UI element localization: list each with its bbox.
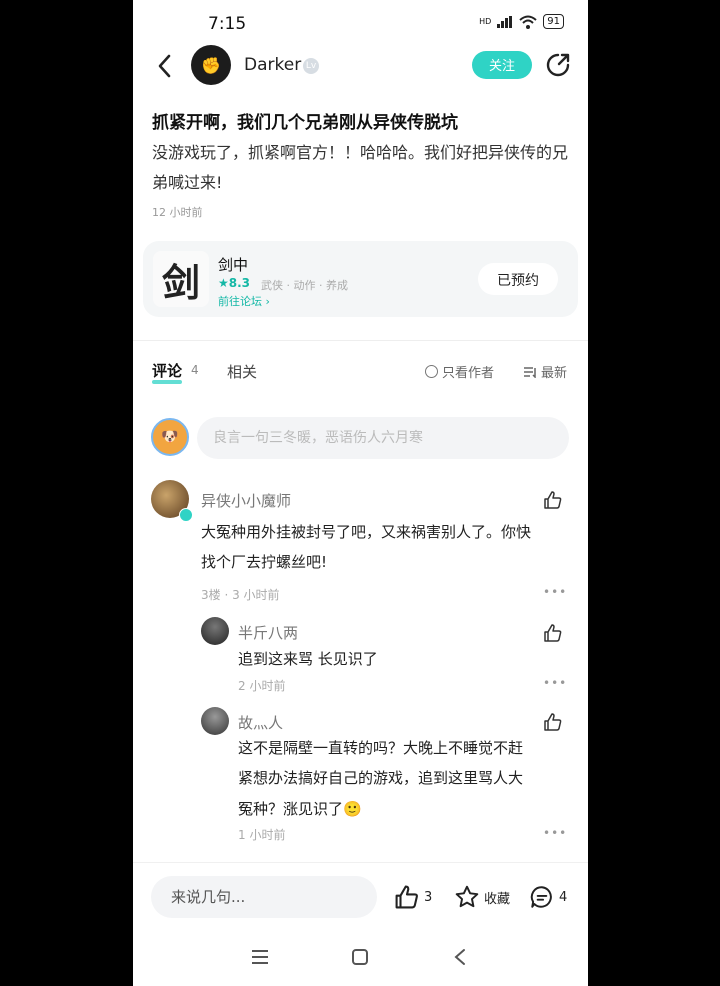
like-count: 3 — [424, 889, 433, 905]
status-time: 7:15 — [208, 14, 247, 34]
more-dots-icon[interactable]: ••• — [543, 826, 567, 840]
my-avatar: 🐶 — [151, 418, 189, 456]
game-name: 剑中 — [218, 256, 249, 274]
author-only-label: 只看作者 — [442, 366, 495, 381]
like-button[interactable]: 3 — [394, 884, 432, 910]
commenter-name[interactable]: 异侠小小魔师 — [201, 490, 291, 511]
verified-icon — [179, 508, 193, 522]
thumbs-up-icon — [395, 885, 418, 909]
favorite-label: 收藏 — [484, 891, 511, 907]
game-logo: 剑 — [153, 251, 209, 307]
comment-input[interactable]: 良言一句三冬暖，恶语伤人六月寒 — [197, 417, 569, 459]
signal-bars-icon — [497, 15, 513, 28]
reserved-button[interactable]: 已预约 — [478, 263, 558, 295]
sort-icon — [524, 366, 536, 378]
like-icon[interactable] — [543, 712, 563, 732]
tab-comments[interactable]: 评论 — [152, 360, 182, 381]
more-dots-icon[interactable]: ••• — [543, 585, 567, 599]
favorite-button[interactable]: 收藏 — [454, 884, 510, 910]
author-badge-icon: Lv — [303, 58, 319, 74]
comments-count: 4 — [191, 363, 199, 377]
like-icon[interactable] — [543, 623, 563, 643]
author-only-toggle[interactable]: 只看作者 — [425, 362, 494, 381]
reply-text: 追到这来骂 长见识了 — [238, 650, 378, 668]
back-button[interactable] — [153, 52, 177, 80]
sort-latest-button[interactable]: 最新 — [523, 362, 567, 381]
post-title: 抓紧开啊，我们几个兄弟刚从异侠传脱坑 — [152, 113, 458, 133]
signal-icon: HD — [479, 17, 492, 26]
reply-name[interactable]: 半斤八两 — [238, 622, 298, 643]
comment-text: 大冤种用外挂被封号了吧，又来祸害别人了。你快 — [201, 523, 532, 541]
more-dots-icon[interactable]: ••• — [543, 676, 567, 690]
bottom-divider — [133, 862, 588, 863]
post-body: 没游戏玩了，抓紧啊官方！！哈哈哈。我们好把异侠传的兄弟喊过来! — [152, 143, 569, 192]
like-icon[interactable] — [543, 490, 563, 510]
reply-avatar[interactable] — [201, 617, 229, 645]
post-time: 12 小时前 — [152, 206, 203, 219]
comment-button[interactable]: 4 — [529, 884, 567, 910]
nav-back-icon[interactable] — [453, 948, 467, 966]
app-screen: 7:15 HD 91 ✊ Darker Lv 关注 抓紧开啊，我们几个兄弟刚从异… — [133, 0, 588, 986]
tab-related[interactable]: 相关 — [227, 361, 257, 382]
bottom-bar: 来说几句... 3 收藏 4 — [133, 862, 588, 986]
reply-name[interactable]: 故灬人 — [238, 712, 283, 733]
star-icon — [455, 885, 479, 908]
author-name[interactable]: Darker — [244, 55, 301, 75]
home-square-icon[interactable] — [351, 948, 369, 966]
reply-text-line3: 冤种？涨见识了🙂 — [238, 800, 362, 818]
game-rating: ★8.3 — [218, 276, 251, 290]
comment-meta: 3楼 · 3 小时前 — [201, 588, 280, 602]
reply-text-line2: 紧想办法搞好自己的游戏，追到这里骂人大 — [238, 769, 524, 787]
wifi-icon — [519, 15, 537, 29]
menu-icon[interactable] — [250, 949, 270, 965]
game-tags: 武侠 · 动作 · 养成 — [261, 279, 348, 292]
comment-icon — [530, 886, 552, 908]
say-something-input[interactable]: 来说几句... — [151, 876, 377, 918]
radio-icon — [425, 365, 438, 378]
game-forum-link[interactable]: 前往论坛 › — [218, 293, 270, 309]
reply-avatar[interactable] — [201, 707, 229, 735]
comment-count: 4 — [559, 889, 568, 905]
reply-meta: 1 小时前 — [238, 828, 286, 842]
status-icons: HD 91 — [479, 14, 564, 29]
game-card[interactable]: 剑 剑中 ★8.3 武侠 · 动作 · 养成 前往论坛 › 已预约 — [143, 241, 578, 317]
divider — [133, 340, 588, 341]
comment-text-line2: 找个厂去拧螺丝吧! — [201, 553, 328, 571]
sort-latest-label: 最新 — [541, 366, 568, 381]
reply-text: 这不是隔壁一直转的吗？大晚上不睡觉不赶 — [238, 739, 524, 757]
reply-meta: 2 小时前 — [238, 679, 286, 693]
battery-icon: 91 — [543, 14, 564, 29]
share-icon[interactable] — [545, 52, 571, 78]
author-avatar[interactable]: ✊ — [191, 45, 231, 85]
follow-button[interactable]: 关注 — [472, 51, 532, 79]
